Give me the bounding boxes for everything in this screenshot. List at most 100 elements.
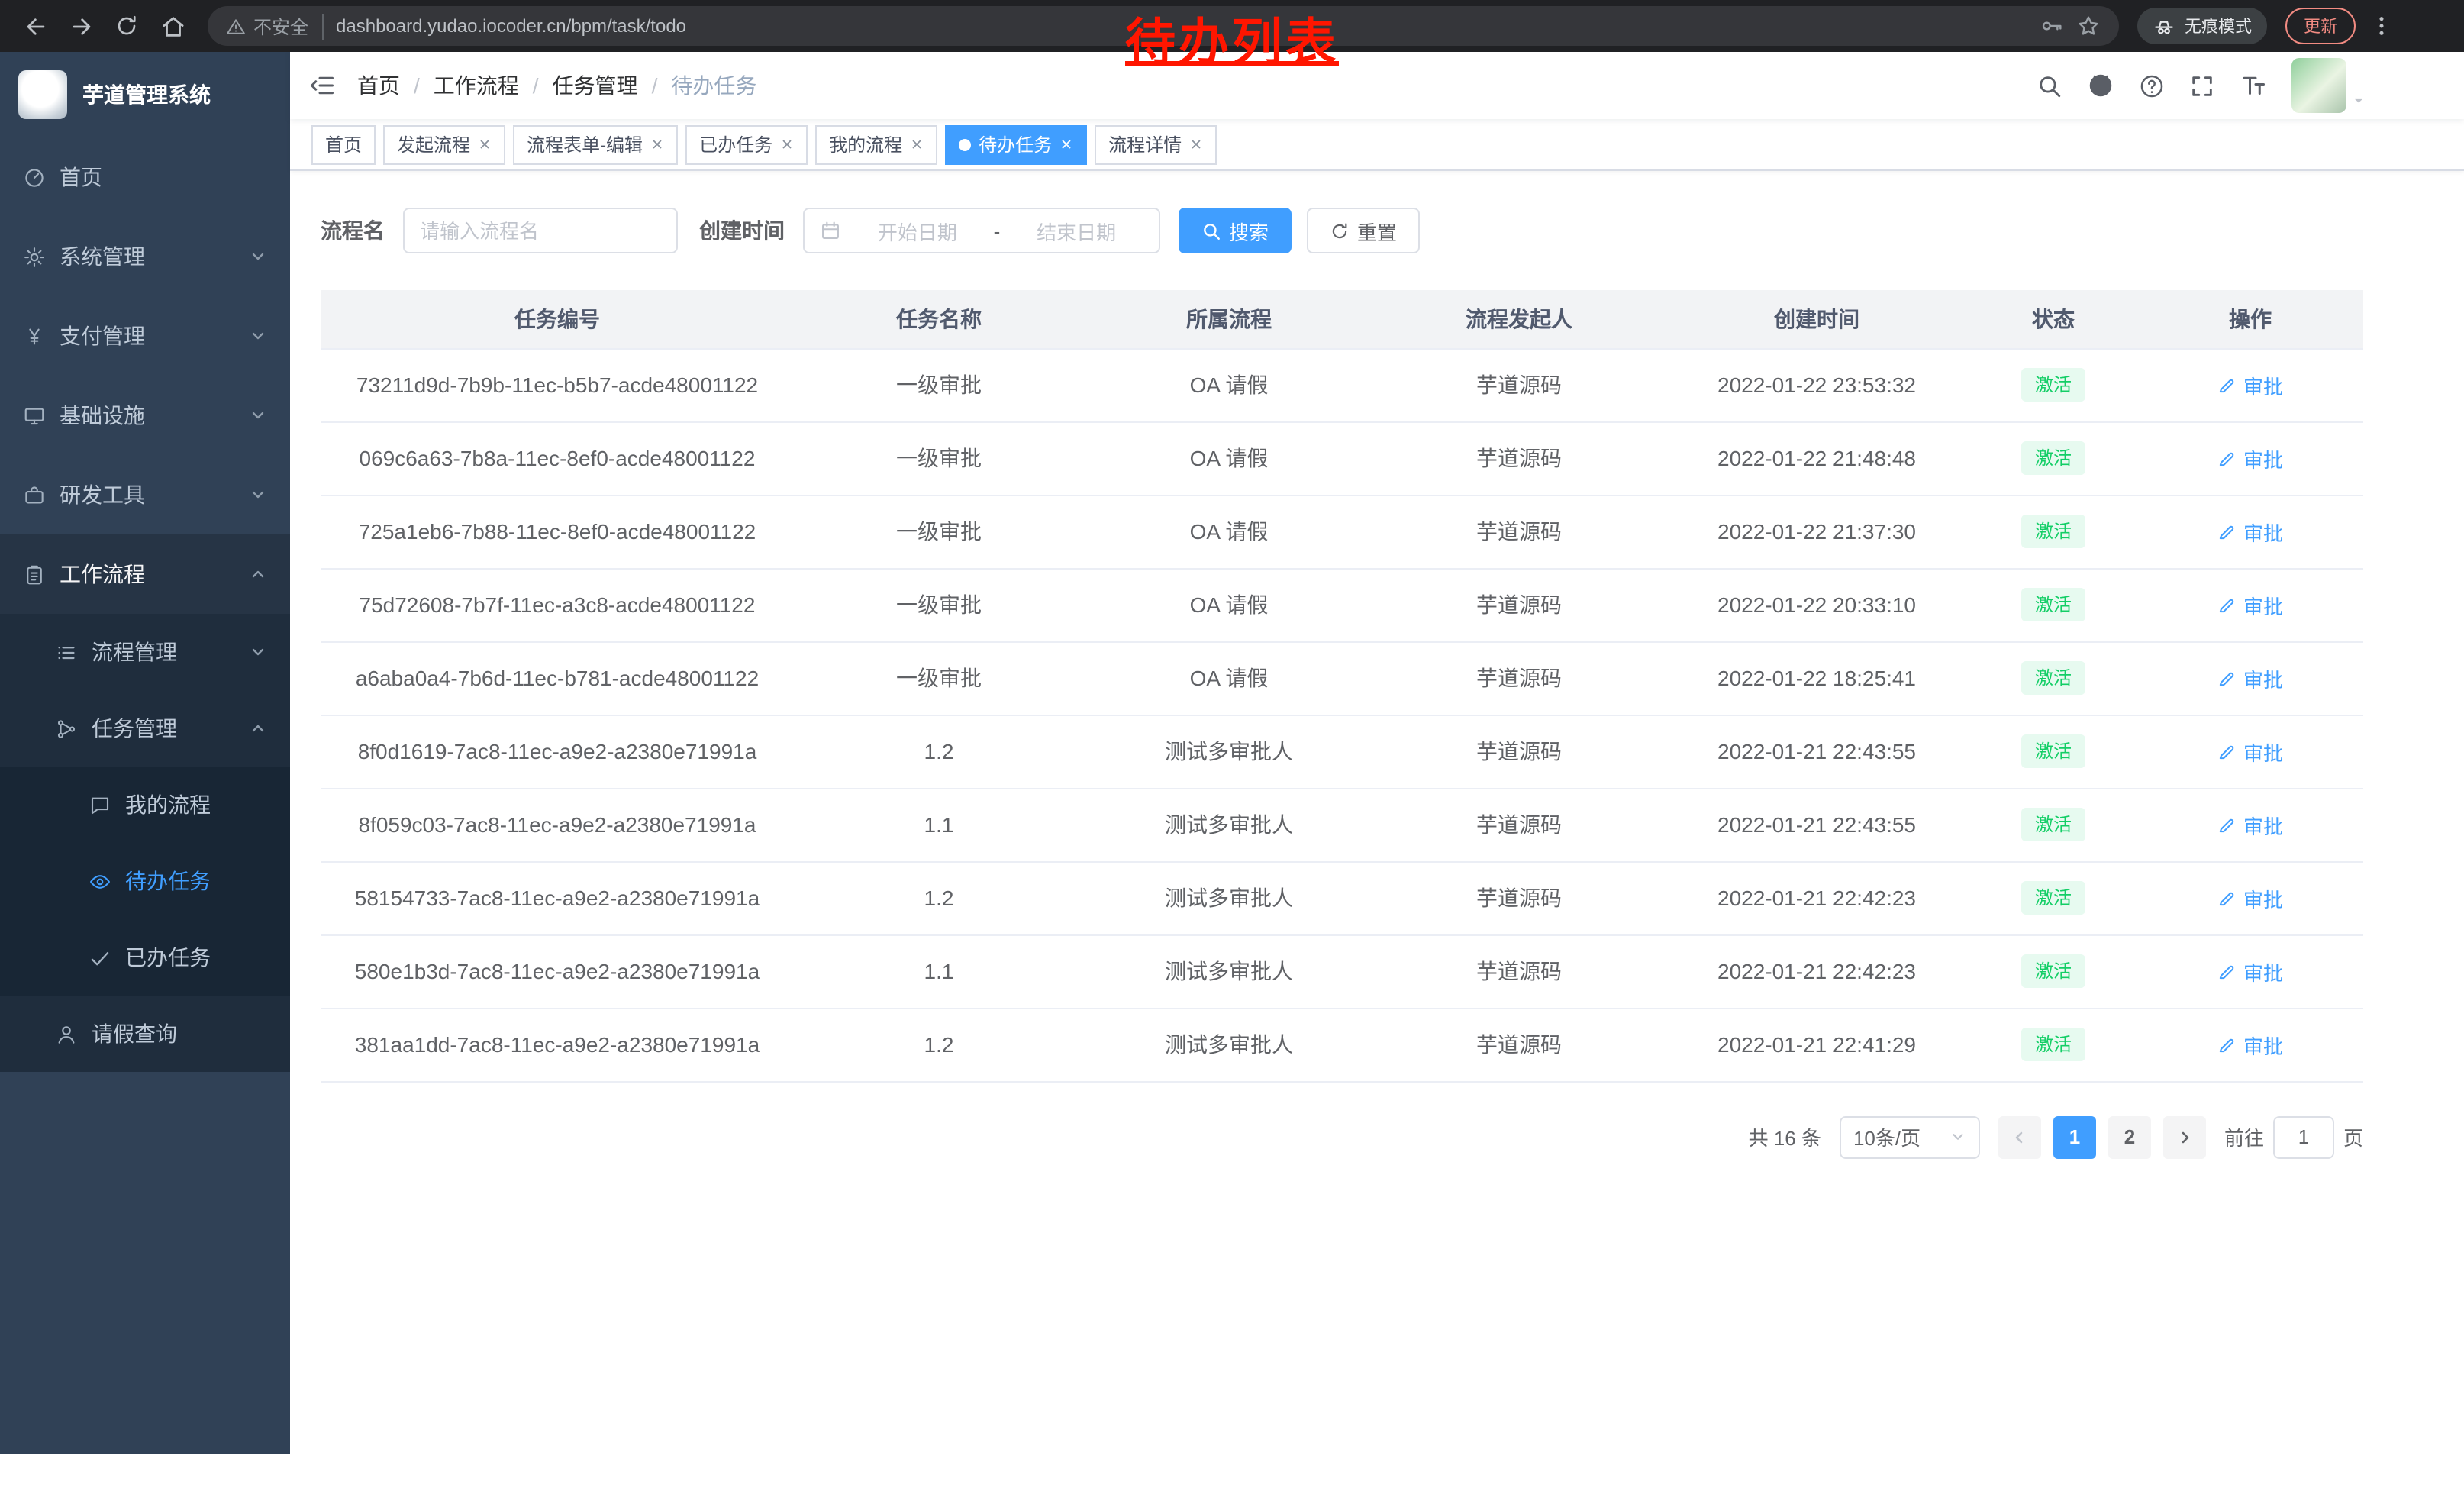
approve-link[interactable]: 审批	[2217, 1030, 2283, 1059]
font-size-icon[interactable]	[2240, 72, 2267, 99]
approve-link[interactable]: 审批	[2217, 444, 2283, 473]
approve-link[interactable]: 审批	[2217, 883, 2283, 912]
chat-icon	[89, 793, 111, 816]
edit-icon	[2217, 375, 2237, 395]
sidebar-fold-icon[interactable]	[308, 72, 336, 99]
sidebar-item-leave-query[interactable]: 请假查询	[0, 996, 290, 1072]
search-icon	[1201, 221, 1221, 240]
sidebar-item-todo-task[interactable]: 待办任务	[0, 843, 290, 919]
prev-page-button[interactable]	[1998, 1115, 2041, 1158]
task-name-cell: 1.2	[794, 1008, 1084, 1081]
list-icon	[55, 641, 78, 663]
caret-down-icon	[2351, 93, 2366, 108]
approve-link-label: 审批	[2243, 1030, 2283, 1059]
close-icon[interactable]	[780, 137, 794, 151]
tab-home[interactable]: 首页	[311, 124, 376, 164]
close-icon[interactable]	[1059, 137, 1073, 151]
sidebar-item-process-mgmt[interactable]: 流程管理	[0, 614, 290, 690]
browser-forward-button[interactable]	[61, 6, 101, 46]
sidebar-item-label: 任务管理	[92, 713, 235, 744]
close-icon[interactable]	[478, 137, 492, 151]
approve-link[interactable]: 审批	[2217, 810, 2283, 839]
close-icon[interactable]	[650, 137, 664, 151]
page-unit-label: 页	[2343, 1122, 2363, 1151]
chevron-down-icon	[249, 327, 267, 345]
sidebar-item-infra[interactable]: 基础设施	[0, 376, 290, 455]
status-badge: 激活	[2021, 368, 2085, 402]
bookmark-star-icon[interactable]	[2076, 14, 2101, 38]
search-icon[interactable]	[2037, 73, 2062, 98]
status-badge: 激活	[2021, 954, 2085, 988]
approve-link[interactable]: 审批	[2217, 590, 2283, 619]
sidebar-item-payment[interactable]: 支付管理	[0, 296, 290, 376]
page-button-1[interactable]: 1	[2053, 1115, 2096, 1158]
app-logo[interactable]: 芋道管理系统	[0, 52, 290, 137]
tab-form-edit[interactable]: 流程表单-编辑	[513, 124, 678, 164]
create-time-label: 创建时间	[699, 215, 785, 246]
table-row: 58154733-7ac8-11ec-a9e2-a2380e71991a 1.2…	[321, 861, 2363, 934]
tab-label: 流程表单-编辑	[527, 131, 643, 157]
created-cell: 2022-01-22 21:48:48	[1664, 421, 1969, 495]
page-size-select[interactable]: 10条/页	[1840, 1115, 1980, 1158]
task-name-cell: 1.1	[794, 934, 1084, 1008]
tab-todo-task[interactable]: 待办任务	[945, 124, 1087, 164]
tab-process-detail[interactable]: 流程详情	[1095, 124, 1217, 164]
tab-done-task[interactable]: 已办任务	[685, 124, 808, 164]
tab-my-process[interactable]: 我的流程	[815, 124, 937, 164]
column-header-created: 创建时间	[1664, 290, 1969, 348]
close-icon[interactable]	[1189, 137, 1203, 151]
page-size-value: 10条/页	[1853, 1122, 1921, 1151]
goto-page-input[interactable]	[2273, 1115, 2334, 1158]
approve-link[interactable]: 审批	[2217, 737, 2283, 766]
process-name-input[interactable]	[420, 219, 661, 242]
date-range-picker[interactable]: 开始日期 - 结束日期	[803, 208, 1160, 253]
table-row: 8f059c03-7ac8-11ec-a9e2-a2380e71991a 1.1…	[321, 788, 2363, 861]
sidebar-item-done-task[interactable]: 已办任务	[0, 919, 290, 996]
sidebar-item-label: 待办任务	[125, 866, 267, 896]
next-page-button[interactable]	[2163, 1115, 2206, 1158]
password-key-icon[interactable]	[2040, 14, 2064, 38]
status-cell: 激活	[1969, 421, 2137, 495]
security-indicator[interactable]: 不安全	[226, 13, 324, 39]
process-cell: 测试多审批人	[1084, 1008, 1374, 1081]
sidebar-item-label: 基础设施	[60, 400, 235, 431]
page-button-2[interactable]: 2	[2108, 1115, 2151, 1158]
sidebar-item-task-mgmt[interactable]: 任务管理	[0, 690, 290, 767]
tab-start-process[interactable]: 发起流程	[383, 124, 505, 164]
search-button[interactable]: 搜索	[1179, 208, 1292, 253]
sidebar-item-system[interactable]: 系统管理	[0, 217, 290, 296]
more-vertical-icon	[2369, 14, 2394, 38]
starter-cell: 芋道源码	[1374, 495, 1664, 568]
reset-button[interactable]: 重置	[1307, 208, 1420, 253]
created-cell: 2022-01-21 22:42:23	[1664, 861, 1969, 934]
edit-icon	[2217, 448, 2237, 468]
sidebar-item-workflow[interactable]: 工作流程	[0, 534, 290, 614]
sidebar-item-home[interactable]: 首页	[0, 137, 290, 217]
breadcrumb-home[interactable]: 首页	[357, 70, 400, 101]
sidebar-item-devtools[interactable]: 研发工具	[0, 455, 290, 534]
status-badge: 激活	[2021, 808, 2085, 841]
update-button[interactable]: 更新	[2285, 8, 2356, 44]
github-icon[interactable]	[2087, 72, 2114, 99]
sidebar-item-label: 我的流程	[125, 789, 267, 820]
approve-link[interactable]: 审批	[2217, 370, 2283, 399]
help-icon[interactable]	[2139, 73, 2165, 98]
user-icon	[55, 1022, 78, 1045]
dashboard-icon	[23, 166, 46, 189]
approve-link[interactable]: 审批	[2217, 663, 2283, 692]
close-icon[interactable]	[910, 137, 924, 151]
breadcrumb-task-mgmt[interactable]: 任务管理	[553, 70, 638, 101]
approve-link[interactable]: 审批	[2217, 957, 2283, 986]
approve-link-label: 审批	[2243, 517, 2283, 546]
user-menu[interactable]	[2291, 58, 2366, 113]
process-cell: 测试多审批人	[1084, 788, 1374, 861]
sidebar-item-my-process[interactable]: 我的流程	[0, 767, 290, 843]
approve-link[interactable]: 审批	[2217, 517, 2283, 546]
starter-cell: 芋道源码	[1374, 934, 1664, 1008]
fullscreen-icon[interactable]	[2189, 73, 2215, 98]
browser-home-button[interactable]	[153, 6, 192, 46]
browser-reload-button[interactable]	[107, 6, 147, 46]
browser-menu-button[interactable]	[2362, 6, 2401, 46]
browser-back-button[interactable]	[15, 6, 55, 46]
breadcrumb-workflow[interactable]: 工作流程	[434, 70, 519, 101]
